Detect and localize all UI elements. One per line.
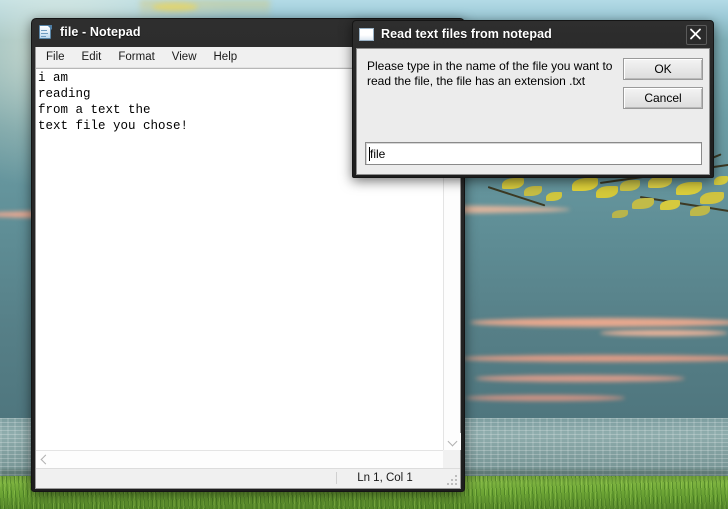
menu-item-help[interactable]: Help xyxy=(212,49,246,65)
dialog-body: Please type in the name of the file you … xyxy=(356,48,710,175)
wallpaper-cloud xyxy=(465,395,625,401)
dialog-prompt-text: Please type in the name of the file you … xyxy=(367,59,613,88)
wallpaper-top-blur-accent xyxy=(152,3,198,11)
resize-grip[interactable] xyxy=(446,474,457,485)
chevron-left-icon xyxy=(40,454,51,465)
wallpaper-cloud xyxy=(475,375,685,382)
input-dialog-window[interactable]: Read text files from notepad Please type… xyxy=(352,20,714,178)
wallpaper-cloud xyxy=(460,355,728,362)
window-icon xyxy=(359,27,374,41)
wallpaper-cloud xyxy=(600,330,728,336)
notepad-statusbar: Ln 1, Col 1 xyxy=(36,468,460,488)
chevron-down-icon xyxy=(447,436,458,447)
filename-input[interactable]: file xyxy=(365,142,702,165)
menu-item-file[interactable]: File xyxy=(44,49,73,65)
menu-item-view[interactable]: View xyxy=(170,49,205,65)
scrollbar-corner xyxy=(443,450,460,468)
menu-item-edit[interactable]: Edit xyxy=(80,49,110,65)
wallpaper-cloud xyxy=(470,318,728,327)
dialog-title: Read text files from notepad xyxy=(381,27,552,41)
notepad-title: file - Notepad xyxy=(60,25,141,39)
close-icon[interactable] xyxy=(686,25,707,45)
cancel-button[interactable]: Cancel xyxy=(623,87,703,109)
menu-item-format[interactable]: Format xyxy=(116,49,162,65)
ok-button[interactable]: OK xyxy=(623,58,703,80)
status-cursor-position: Ln 1, Col 1 xyxy=(336,472,433,484)
notepad-document-icon xyxy=(38,24,53,40)
scroll-down-button[interactable] xyxy=(444,433,461,450)
scroll-left-button[interactable] xyxy=(36,451,53,468)
notepad-horizontal-scrollbar[interactable] xyxy=(36,450,460,468)
filename-input-value: file xyxy=(370,147,386,161)
dialog-titlebar[interactable]: Read text files from notepad xyxy=(353,21,713,47)
